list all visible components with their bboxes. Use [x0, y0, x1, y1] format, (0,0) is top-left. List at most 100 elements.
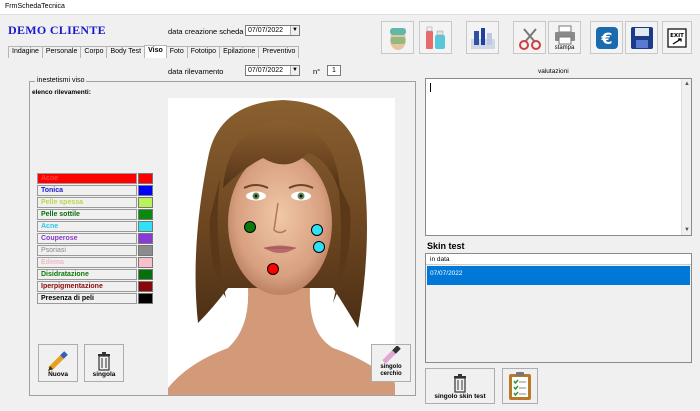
legend-label: Tonica	[37, 184, 137, 196]
color-swatch[interactable]	[138, 196, 153, 208]
legend-label: Presenza di peli	[37, 292, 137, 304]
color-swatch[interactable]	[138, 256, 153, 268]
skin-test-list[interactable]: in data 07/07/2022	[425, 253, 692, 363]
cosmetics-button[interactable]	[419, 21, 452, 54]
products-button[interactable]	[466, 21, 499, 54]
legend-label: Disidratazione	[37, 268, 137, 280]
legend-label: Psoriasi	[37, 244, 137, 256]
color-swatch[interactable]	[138, 220, 153, 232]
column-header[interactable]: in data	[426, 254, 691, 265]
delete-single-button[interactable]: singola	[84, 344, 124, 382]
color-swatch[interactable]	[138, 208, 153, 220]
save-button[interactable]	[625, 21, 658, 54]
number-field[interactable]: 1	[327, 65, 341, 76]
list-item[interactable]: Presenza di peli	[37, 292, 154, 304]
list-item[interactable]: Couperose	[37, 232, 154, 244]
list-item[interactable]: Acne	[37, 220, 154, 232]
tab-epilazione[interactable]: Epilazione	[219, 46, 260, 58]
skin-test-title: Skin test	[427, 241, 465, 251]
scissors-icon	[518, 27, 541, 50]
euro-icon: €	[595, 26, 618, 49]
number-label: n°	[313, 67, 321, 76]
eraser-pencil-icon	[382, 346, 401, 364]
valutazioni-label: valutazioni	[538, 68, 569, 75]
checklist-button[interactable]	[502, 368, 538, 404]
euro-button[interactable]: €	[590, 21, 623, 54]
trash-icon	[98, 352, 110, 371]
tab-bar: Indagine Personale Corpo Body Test Viso …	[8, 45, 300, 58]
legend-label: Couperose	[37, 232, 137, 244]
exit-label: EXIT	[670, 33, 684, 39]
tab-indagine[interactable]: Indagine	[8, 46, 43, 58]
list-item[interactable]: Psoriasi	[37, 244, 154, 256]
singolo-skin-test-button[interactable]: singolo skin test	[425, 368, 495, 404]
color-swatch[interactable]	[138, 268, 153, 280]
trash-icon	[454, 374, 466, 393]
inestetismi-list: Acne Tonica Pelle spessa Pelle sottile A…	[37, 172, 154, 304]
print-label: stampa	[554, 44, 575, 51]
color-swatch[interactable]	[138, 184, 153, 196]
color-swatch[interactable]	[138, 172, 153, 184]
marker-dot[interactable]	[313, 241, 325, 253]
rilevamento-date-value: 07/07/2022	[248, 67, 284, 74]
tab-personale[interactable]: Personale	[41, 46, 82, 58]
legend-name: Acne	[37, 172, 137, 184]
chevron-down-icon[interactable]: ▼	[290, 26, 299, 35]
save-icon	[630, 26, 653, 49]
elenco-label: elenco rilevamenti:	[32, 89, 91, 96]
marker-dot[interactable]	[311, 224, 323, 236]
singolo-skin-test-label: singolo skin test	[434, 393, 486, 400]
exit-icon: EXIT	[667, 27, 687, 48]
svg-text:€: €	[600, 29, 612, 48]
face-image-area[interactable]	[168, 98, 395, 395]
valutazioni-textarea[interactable]: ▲ ▼	[425, 78, 692, 236]
tab-fototipo[interactable]: Fototipo	[186, 46, 221, 58]
window-title: FrmSchedaTecnica	[0, 0, 700, 14]
color-swatch[interactable]	[138, 280, 153, 292]
client-name: DEMO CLIENTE	[8, 23, 106, 37]
vertical-scrollbar[interactable]: ▲ ▼	[681, 79, 691, 235]
singolo-cerchio-button[interactable]: singolo cerchio	[371, 344, 411, 382]
legend-label: Pelle sottile	[37, 208, 137, 220]
legend-label: Iperpigmentazione	[37, 280, 137, 292]
scroll-down-icon[interactable]: ▼	[682, 225, 692, 235]
list-item[interactable]: Tonica	[37, 184, 154, 196]
inestetismi-group-label: inestetismi viso	[35, 77, 87, 84]
legend-label: Edema	[37, 256, 137, 268]
print-button[interactable]: stampa	[548, 21, 581, 54]
face-illustration	[168, 100, 395, 395]
pencil-icon	[48, 351, 68, 371]
list-item[interactable]: Edema	[37, 256, 154, 268]
tab-preventivo[interactable]: Preventivo	[258, 46, 300, 58]
list-item[interactable]: Acne	[37, 172, 154, 184]
list-item[interactable]: Iperpigmentazione	[37, 280, 154, 292]
marker-dot[interactable]	[244, 221, 256, 233]
list-item[interactable]: Pelle spessa	[37, 196, 154, 208]
chevron-down-icon[interactable]: ▼	[290, 66, 299, 75]
list-item[interactable]: Disidratazione	[37, 268, 154, 280]
nuova-button[interactable]: Nuova	[38, 344, 78, 382]
color-swatch[interactable]	[138, 292, 153, 304]
rilevamento-label: data rilevamento	[168, 67, 224, 76]
creation-date-label: data creazione scheda	[168, 27, 244, 36]
legend-label: Acne	[41, 174, 59, 182]
nuova-label: Nuova	[48, 371, 68, 378]
table-row[interactable]: 07/07/2022	[427, 266, 690, 285]
scroll-up-icon[interactable]: ▲	[682, 79, 692, 89]
color-swatch[interactable]	[138, 232, 153, 244]
legend-label: Acne	[37, 220, 137, 232]
rilevamento-date-combo[interactable]: 07/07/2022 ▼	[245, 65, 300, 76]
color-swatch[interactable]	[138, 244, 153, 256]
exit-button[interactable]: EXIT	[662, 21, 692, 54]
list-item[interactable]: Pelle sottile	[37, 208, 154, 220]
face-mask-button[interactable]	[381, 21, 414, 54]
tab-corpo[interactable]: Corpo	[80, 46, 108, 58]
singola-label: singola	[92, 371, 116, 378]
creation-date-combo[interactable]: 07/07/2022 ▼	[245, 25, 300, 36]
marker-dot[interactable]	[267, 263, 279, 275]
legend-label: Pelle spessa	[37, 196, 137, 208]
tab-body-test[interactable]: Body Test	[106, 46, 146, 58]
tab-foto[interactable]: Foto	[165, 46, 188, 58]
scissors-button[interactable]	[513, 21, 546, 54]
tab-viso[interactable]: Viso	[144, 45, 167, 58]
